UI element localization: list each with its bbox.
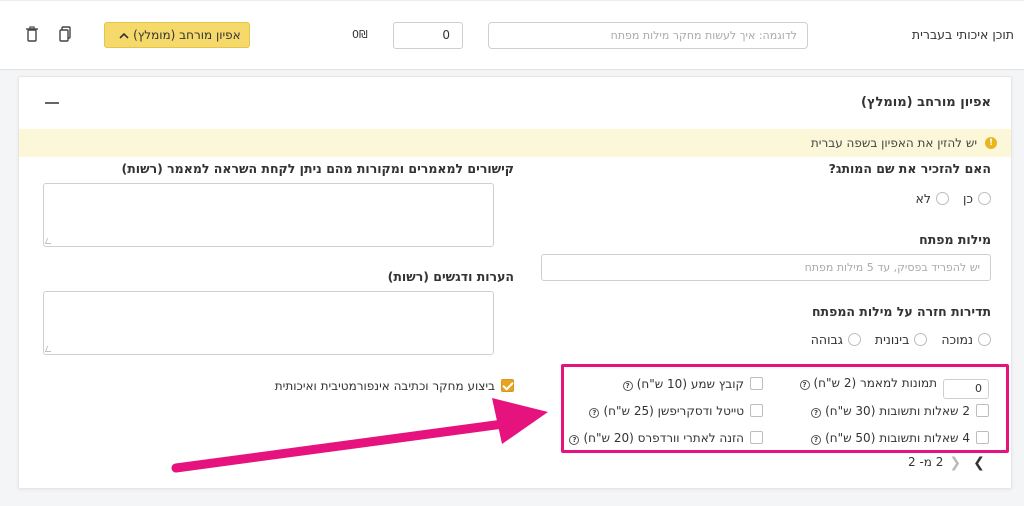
brand-radio-group: כן לא: [906, 191, 991, 206]
frequency-option-high[interactable]: גבוהה: [811, 332, 861, 347]
advanced-spec-label: אפיון מורחב (מומלץ): [133, 28, 241, 42]
item-label: תוכן איכותי בעברית: [911, 27, 1014, 42]
links-textarea[interactable]: [43, 183, 494, 247]
notes-label: הערות ודגשים (רשות): [387, 269, 514, 284]
frequency-radio-group: נמוכה בינונית גבוהה: [801, 332, 991, 347]
radio-icon[interactable]: [935, 192, 949, 205]
keywords-input[interactable]: יש להפריד בפסיק, עד 5 מילות מפתח: [541, 254, 991, 281]
keywords-label: מילות מפתח: [919, 232, 991, 247]
radio-icon[interactable]: [914, 333, 928, 346]
panel-title: אפיון מורחב (מומלץ): [861, 95, 991, 110]
trash-icon[interactable]: [25, 26, 41, 44]
addons-highlight-box: [561, 364, 1009, 453]
quantity-input[interactable]: 0: [393, 22, 463, 49]
brand-option-no[interactable]: לא: [916, 191, 949, 206]
pager: ❯ ❮ 2 מ- 2: [908, 455, 991, 471]
collapse-icon[interactable]: [45, 102, 59, 104]
resize-grip-icon[interactable]: [44, 238, 54, 244]
frequency-label: תדירות חזרה על מילות המפתח: [811, 304, 991, 319]
item-row: תוכן איכותי בעברית לדוגמה: איך לעשות מחק…: [0, 0, 1024, 70]
checkbox-checked-icon[interactable]: [501, 379, 514, 392]
chevron-right-icon[interactable]: ❯: [973, 455, 985, 471]
resize-grip-icon[interactable]: [44, 346, 54, 352]
chevron-left-icon[interactable]: ❮: [949, 455, 961, 471]
advanced-spec-button[interactable]: אפיון מורחב (מומלץ): [104, 22, 250, 48]
notes-textarea[interactable]: [43, 291, 494, 355]
radio-icon[interactable]: [847, 333, 861, 346]
copy-icon[interactable]: [58, 26, 74, 44]
links-label: קישורים למאמרים ומקורות מהם ניתן לקחת הש…: [121, 161, 514, 176]
warning-bar: ! יש להזין את האפיון בשפה עברית: [19, 129, 1011, 157]
chevron-up-icon: [119, 24, 129, 48]
research-checkbox-row[interactable]: ביצוע מחקר וכתיבה אינפורמטיבית ואיכותית: [275, 379, 514, 393]
brand-option-yes[interactable]: כן: [963, 191, 991, 206]
frequency-option-medium[interactable]: בינונית: [875, 332, 928, 347]
frequency-option-low[interactable]: נמוכה: [941, 332, 991, 347]
radio-icon[interactable]: [978, 333, 991, 346]
pager-text: 2 מ- 2: [908, 455, 944, 469]
brand-question-label: האם להזכיר את שם המותג?: [828, 161, 991, 176]
keyword-input[interactable]: לדוגמה: איך לעשות מחקר מילות מפתח: [488, 22, 808, 49]
warning-icon: !: [985, 137, 997, 149]
warning-text: יש להזין את האפיון בשפה עברית: [810, 136, 977, 150]
radio-icon[interactable]: [978, 192, 991, 205]
price-text: 0₪: [352, 28, 368, 41]
